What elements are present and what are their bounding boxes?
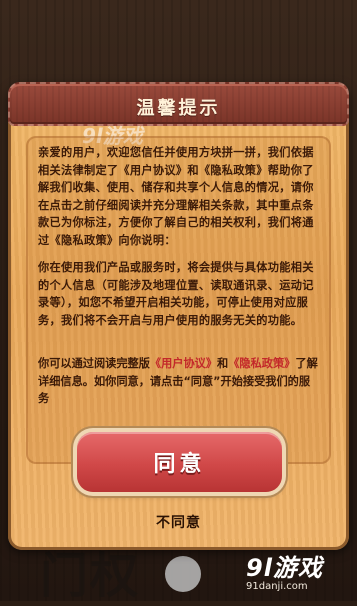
info-paragraph: 你在使用我们产品或服务时，将会提供与具体功能相关的个人信息（可能涉及地理位置、读… bbox=[38, 261, 314, 327]
note-and: 和 bbox=[217, 357, 229, 370]
privacy-policy-link[interactable]: 《隐私政策》 bbox=[228, 357, 295, 370]
intro-paragraph: 亲爱的用户，欢迎您信任并使用方块拼一拼，我们依据相关法律制定了《用户协议》和《隐… bbox=[38, 146, 314, 247]
agreement-note: 你可以通过阅读完整版《用户协议》和《隐私政策》了解详细信息。如你同意，请点击“同… bbox=[38, 355, 320, 408]
disagree-button[interactable]: 不同意 bbox=[0, 512, 357, 532]
watermark-url: 91danji.com bbox=[246, 581, 308, 592]
note-prefix: 你可以通过阅读完整版 bbox=[38, 357, 150, 370]
background-icon bbox=[165, 556, 201, 592]
user-agreement-link[interactable]: 《用户协议》 bbox=[150, 357, 217, 370]
dialog-title: 温馨提示 bbox=[136, 98, 221, 119]
agree-button[interactable]: 同意 bbox=[77, 432, 282, 492]
watermark-bottom-right: 9l游戏 91danji.com bbox=[246, 548, 356, 598]
watermark-logo: 9l游戏 bbox=[246, 554, 323, 582]
